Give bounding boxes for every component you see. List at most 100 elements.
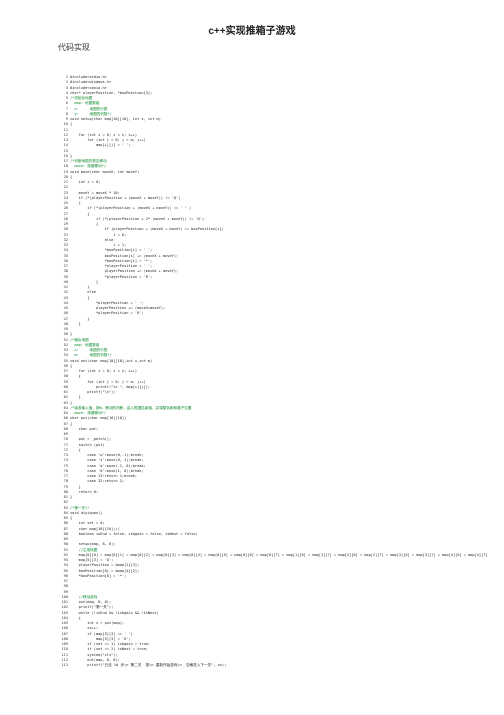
code-text: x: 地图的行数 xyxy=(70,348,108,352)
code-text: map[5][3] = 'O'; xyxy=(70,636,131,641)
code-text: switch (put) xyxy=(70,442,105,447)
code-text: { xyxy=(70,211,90,216)
code-text: case 'd':move(1, 0);break; xyxy=(70,468,144,473)
code-text: for (int j = 0; j < m; j++) xyxy=(70,379,146,384)
code-text: /*初始化地图 xyxy=(70,96,93,100)
code-text: map: 地图数组 xyxy=(70,101,100,106)
code-text: playerPosition += (moveX + moveY); xyxy=(70,269,179,274)
code-text: { xyxy=(70,516,73,520)
code-text: int set = 0; xyxy=(70,521,105,526)
code-text: case 'w':move(0,-1);break; xyxy=(70,453,144,457)
code-text: *playerPosition = 'R'; xyxy=(70,274,153,279)
code-text: case 13:return 1;break; xyxy=(70,474,138,478)
code-text: for (int i = 0; i < x; i++) xyxy=(70,132,138,137)
code-text: int i = 0; xyxy=(70,180,101,184)
code-text: } xyxy=(70,153,73,158)
code-text: //移动游戏 xyxy=(70,594,98,599)
code-text: out(map, 8, 8); xyxy=(70,600,112,604)
code-text: } xyxy=(70,332,73,337)
code-text: { xyxy=(70,122,73,127)
code-text: //生成地图 xyxy=(70,547,98,552)
code-line: 92 map[0][0] = map[0][1] = map[0][2] = m… xyxy=(58,553,488,558)
code-text: if (*(playerPosition + (moveX + moveY)) … xyxy=(70,195,181,200)
code-text: { xyxy=(70,295,90,300)
code-text: map[0][0] = map[0][1] = map[0][2] = map[… xyxy=(78,552,488,557)
code-text: /*第一关*/ xyxy=(70,505,90,510)
code-text: *playerPosition = ' '; xyxy=(70,264,153,268)
code-text: playerPosition += (moveX+moveY); xyxy=(70,306,166,310)
code-text: } xyxy=(70,285,90,289)
code-text: else xyxy=(70,290,96,295)
code-text: else xyxy=(70,237,114,242)
code-text: move: 按键移动*/ xyxy=(70,164,107,169)
code-text: } xyxy=(70,495,73,499)
code-text: boolean isEnd = false, isAgain = false, … xyxy=(70,531,198,536)
code-text: { xyxy=(70,174,73,179)
code-text: /*判断地图内是否移动 xyxy=(70,159,107,163)
code-text: boxPosition[0] = &map[4][2]; xyxy=(70,568,140,573)
code-text: x: 地图的行数 xyxy=(70,106,108,111)
code-text: i = 1; xyxy=(70,243,127,247)
code-text: case 'a':move(-1, 0);break; xyxy=(70,463,146,468)
code-text: put = _getch(); xyxy=(70,437,112,442)
code-text: } xyxy=(70,395,81,400)
line-number: 113 xyxy=(61,663,69,667)
code-text: m: 地图的列数*/ xyxy=(70,353,112,358)
code-block: 1 #include<stdio.h> 2 #include<windows.h> 3 #… xyxy=(58,75,488,715)
code-text: } xyxy=(70,400,73,405)
code-text: void diyiguan() xyxy=(70,510,103,515)
code-text: { xyxy=(70,201,81,205)
code-text: } xyxy=(70,279,99,284)
code-text: *boxPosition[i] = '*'; xyxy=(70,258,153,263)
code-text: #include<stdio.h> xyxy=(70,75,107,79)
code-text: i = 0; xyxy=(70,232,127,237)
code-text: { xyxy=(70,363,73,368)
section-subtitle: 代码实现 xyxy=(58,43,90,52)
code-text: } xyxy=(70,484,81,489)
code-text: boxPosition[i] += (moveX + moveY); xyxy=(70,253,179,258)
code-text: /*输出地图 xyxy=(70,337,89,342)
code-text: map[5][3] = 'O'; xyxy=(70,558,114,562)
code-text: *playerPosition = ' '; xyxy=(70,300,144,305)
code-text: { xyxy=(70,222,99,226)
code-text: int s = put(map); xyxy=(70,621,125,625)
code-text: *boxPosition[i] = ' '; xyxy=(70,248,153,253)
code-text: if (set == 1) isAgain = true; xyxy=(70,642,151,646)
code-text: #include<windows.h> xyxy=(70,80,112,85)
code-text: { xyxy=(70,615,81,620)
code-text: *playerPosition = 'R'; xyxy=(70,311,144,316)
code-text: *boxPosition[0] = '*'; xyxy=(70,573,127,578)
code-text: char put; xyxy=(70,426,99,431)
code-text: setup(map, 8, 8); xyxy=(70,542,116,547)
code-text: } xyxy=(70,321,81,326)
code-text: move: 按键移动*/ xyxy=(70,411,107,415)
code-text: printf("\n"); xyxy=(70,390,116,394)
code-text: y: 地图的列数*/ xyxy=(70,111,112,116)
page-title: c++实现推箱子游戏 xyxy=(208,26,296,37)
code-text: char map[10][10];// xyxy=(70,526,120,531)
code-text: if (map[5][3] == ' ') xyxy=(70,631,133,636)
code-text: if (*(playerPosition + 2* (moveX + moveY… xyxy=(70,216,205,221)
code-text: xx++; xyxy=(70,626,99,631)
code-text: { xyxy=(70,421,73,426)
code-text: printf("第一关"); xyxy=(70,605,114,610)
code-text: char put(char map[10][10]) xyxy=(70,416,127,421)
code-text: map: 地图数组 xyxy=(70,342,100,347)
code-text: case 's':move(0, 1);break; xyxy=(70,458,144,463)
code-text: char* playerPosition, *boxPosition[3]; xyxy=(70,90,153,95)
code-text: for (int i = 0; i < x; i++) xyxy=(70,369,138,373)
code-text: { xyxy=(70,447,81,452)
code-text: if (set == 2) isNext = true; xyxy=(70,647,148,652)
code-text: return 0; xyxy=(70,489,99,494)
code-text: playerPosition = &map[1][3]; xyxy=(70,563,140,568)
code-text: if (*(playerPosition + (moveX + moveY)) … xyxy=(70,206,192,211)
code-text: void out(char map[10][10],int x,int m) xyxy=(70,358,153,363)
code-text: printf("已走 %d 步\n 第二关 按\n 重新开始游戏\n 空格进入下… xyxy=(70,663,227,667)
code-text: printf("%c ", map[i][j]); xyxy=(70,384,151,389)
code-text: /*接收输入值，按W、移动的判断，由入根据结束值，并调整玩家和箱子位置 xyxy=(70,405,192,410)
code-text: case 32:return 2; xyxy=(70,479,125,484)
code-text: void move(char moveX, int moveY) xyxy=(70,169,140,174)
code-text: moveY = moveX * 10; xyxy=(70,190,120,195)
code-text: while (!isEnd && !isAgain && !isNext) xyxy=(70,610,159,615)
code-text: void setup(char map[10][10], int x, int … xyxy=(70,117,161,121)
